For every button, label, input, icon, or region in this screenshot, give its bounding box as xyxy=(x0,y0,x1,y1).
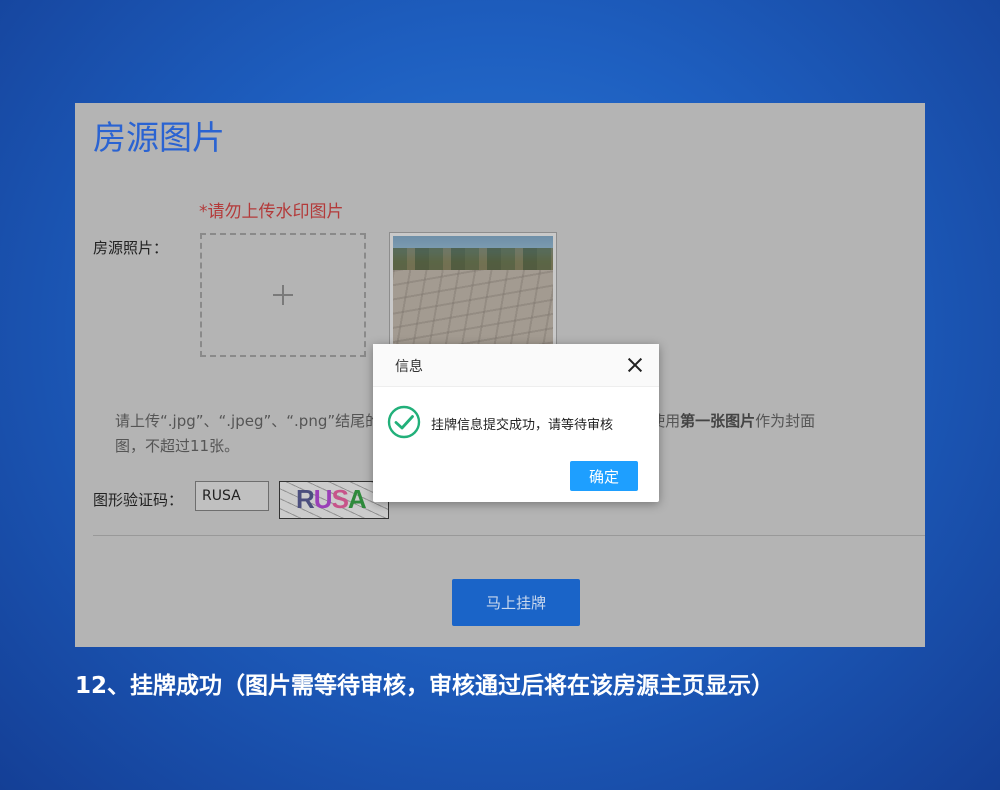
success-check-icon xyxy=(387,405,421,439)
confirm-button[interactable]: 确定 xyxy=(570,461,638,491)
dialog-header: 信息 xyxy=(373,344,659,387)
step-caption: 12、挂牌成功（图片需等待审核，审核通过后将在该房源主页显示） xyxy=(75,673,775,699)
note-part-3: 作为封面 xyxy=(755,412,816,430)
uploaded-photo-thumbnail[interactable] xyxy=(389,232,557,354)
watermark-warning: *请勿上传水印图片 xyxy=(199,202,344,222)
note-bold: 第一张图片 xyxy=(680,412,756,430)
note-line-2: 图，不超过11张。 xyxy=(115,437,240,455)
photo-image xyxy=(393,236,553,350)
captcha-input[interactable] xyxy=(195,481,269,511)
dialog-message: 挂牌信息提交成功，请等待审核 xyxy=(431,418,614,433)
captcha-image-text: RUSA xyxy=(296,484,367,514)
captcha-label: 图形验证码： xyxy=(93,491,184,509)
close-icon[interactable] xyxy=(627,357,643,373)
note-part-1: 请上传“.jpg”、“.jpeg”、“.png”结尾的 xyxy=(115,412,381,430)
photo-upload-button[interactable] xyxy=(200,233,366,357)
divider xyxy=(93,535,925,536)
plus-icon xyxy=(273,285,293,305)
info-dialog: 信息 挂牌信息提交成功，请等待审核 确定 xyxy=(373,344,659,502)
page-title: 房源图片 xyxy=(93,119,225,156)
photo-field-label: 房源照片： xyxy=(93,239,169,257)
dialog-title: 信息 xyxy=(395,359,423,375)
submit-listing-button[interactable]: 马上挂牌 xyxy=(452,579,580,626)
